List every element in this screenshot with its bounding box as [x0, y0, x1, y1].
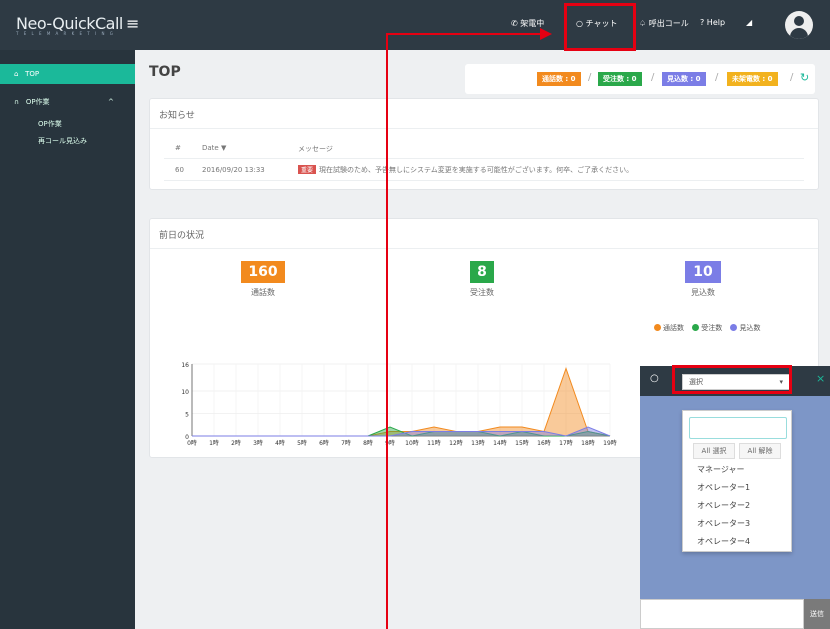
app-logo[interactable]: Neo-QuickCall T E L E M A R K E T I N G — [16, 14, 123, 36]
sidebar-item-top[interactable]: ⌂ TOP — [0, 64, 135, 84]
series-calls-area — [192, 368, 610, 436]
x-tick-label: 8時 — [363, 439, 373, 447]
nav-help[interactable]: ? Help — [700, 18, 725, 27]
option-operator-2[interactable]: オペレーター2 — [697, 500, 750, 511]
notice-title: お知らせ — [159, 111, 195, 121]
legend-orders: 受注数 — [692, 324, 722, 332]
close-icon[interactable]: × — [816, 372, 825, 385]
x-tick-label: 3時 — [253, 439, 263, 447]
notice-date: 2016/09/20 13:33 — [202, 166, 265, 174]
orders-stat-value: 8 — [470, 261, 494, 283]
prospects-stat-label: 見込数 — [691, 288, 715, 297]
prospects-count-badge: 見込数 : 0 — [662, 72, 706, 86]
y-tick-label: 5 — [185, 412, 189, 419]
sidebar-sub-op-work[interactable]: OP作業 — [38, 119, 62, 129]
notice-message: 重要 現在試験のため、予告無しにシステム変更を実施する可能性がございます。何卒、ご… — [298, 165, 633, 175]
x-tick-label: 6時 — [319, 439, 329, 447]
x-tick-label: 17時 — [559, 439, 573, 447]
page-title: TOP — [149, 64, 181, 80]
sidebar-item-op-work[interactable]: ∩ OP作業 ^ — [0, 92, 135, 112]
x-tick-label: 1時 — [209, 439, 219, 447]
refresh-icon[interactable]: ↻ — [800, 71, 809, 84]
x-tick-label: 14時 — [493, 439, 507, 447]
orders-stat-label: 受注数 — [470, 288, 494, 297]
legend-calls: 通話数 — [654, 324, 684, 332]
recipient-dropdown: All 選択 All 解除 マネージャー オペレーター1 オペレーター2 オペレ… — [682, 410, 792, 552]
calls-count-badge: 通話数 : 0 — [537, 72, 581, 86]
option-operator-4[interactable]: オペレーター4 — [697, 536, 750, 547]
counter-bar: 通話数 : 0 / 受注数 : 0 / 見込数 : 0 / 未架電数 : 0 /… — [465, 64, 815, 94]
user-avatar[interactable] — [785, 11, 813, 39]
phone-icon: ✆ — [511, 19, 518, 28]
chat-icon: ○ — [650, 373, 659, 384]
uncalled-count-badge: 未架電数 : 0 — [727, 72, 778, 86]
x-tick-label: 7時 — [341, 439, 351, 447]
highlight-chat-nav — [564, 3, 636, 51]
legend-prospects: 見込数 — [730, 324, 760, 332]
sidebar-sub-recall[interactable]: 再コール見込み — [38, 136, 87, 146]
help-icon: ? — [700, 18, 705, 27]
send-button[interactable]: 送信 — [804, 599, 830, 629]
x-tick-label: 15時 — [515, 439, 529, 447]
signal-icon: ◢ — [746, 18, 753, 27]
yesterday-title: 前日の状況 — [159, 231, 205, 241]
col-date[interactable]: Date ▼ — [202, 144, 226, 152]
orders-count-badge: 受注数 : 0 — [598, 72, 642, 86]
headset-icon: ∩ — [14, 98, 20, 106]
calls-stat-label: 通話数 — [251, 288, 275, 297]
top-bar: Neo-QuickCall T E L E M A R K E T I N G ≡… — [0, 0, 830, 50]
y-tick-label: 16 — [181, 362, 189, 369]
x-tick-label: 12時 — [449, 439, 463, 447]
prospects-stat-value: 10 — [685, 261, 721, 283]
col-number: # — [175, 144, 181, 152]
menu-toggle-icon[interactable]: ≡ — [126, 14, 139, 33]
x-tick-label: 4時 — [275, 439, 285, 447]
notice-panel: お知らせ # Date ▼ メッセージ 60 2016/09/20 13:33 … — [149, 98, 819, 190]
annotation-line-horizontal — [386, 33, 544, 35]
x-tick-label: 18時 — [581, 439, 595, 447]
chevron-up-icon: ^ — [108, 98, 114, 106]
x-tick-label: 0時 — [187, 439, 197, 447]
chart-legend: 通話数 受注数 見込数 — [654, 323, 760, 333]
sidebar: ⌂ TOP ∩ OP作業 ^ OP作業 再コール見込み — [0, 50, 135, 629]
home-icon: ⌂ — [14, 70, 19, 78]
annotation-arrow-icon — [540, 28, 552, 40]
option-operator-3[interactable]: オペレーター3 — [697, 518, 750, 529]
option-operator-1[interactable]: オペレーター1 — [697, 482, 750, 493]
dropdown-search-input[interactable] — [689, 417, 787, 439]
urgent-badge: 重要 — [298, 165, 317, 174]
nav-callout[interactable]: ♤ 呼出コール — [639, 18, 689, 29]
bell-icon: ♤ — [639, 19, 647, 28]
select-all-button[interactable]: All 選択 — [693, 443, 735, 459]
x-tick-label: 10時 — [405, 439, 419, 447]
hourly-area-chart: 1610500時 1時 2時 3時 4時 5時 6時 7時 8時 9時 10時 11時 12時 13時 14… — [181, 362, 617, 447]
calls-stat-value: 160 — [241, 261, 285, 283]
x-tick-label: 13時 — [471, 439, 485, 447]
col-message: メッセージ — [298, 145, 333, 153]
notice-id: 60 — [175, 166, 184, 174]
chat-message-input[interactable] — [640, 599, 804, 629]
x-tick-label: 11時 — [427, 439, 441, 447]
x-tick-label: 5時 — [297, 439, 307, 447]
annotation-line-vertical — [386, 33, 388, 629]
highlight-recipient-select — [672, 365, 792, 394]
x-tick-label: 2時 — [231, 439, 241, 447]
option-manager[interactable]: マネージャー — [697, 464, 744, 475]
x-tick-label: 19時 — [603, 439, 617, 447]
y-tick-label: 10 — [181, 389, 189, 396]
clear-all-button[interactable]: All 解除 — [739, 443, 781, 459]
x-tick-label: 16時 — [537, 439, 551, 447]
